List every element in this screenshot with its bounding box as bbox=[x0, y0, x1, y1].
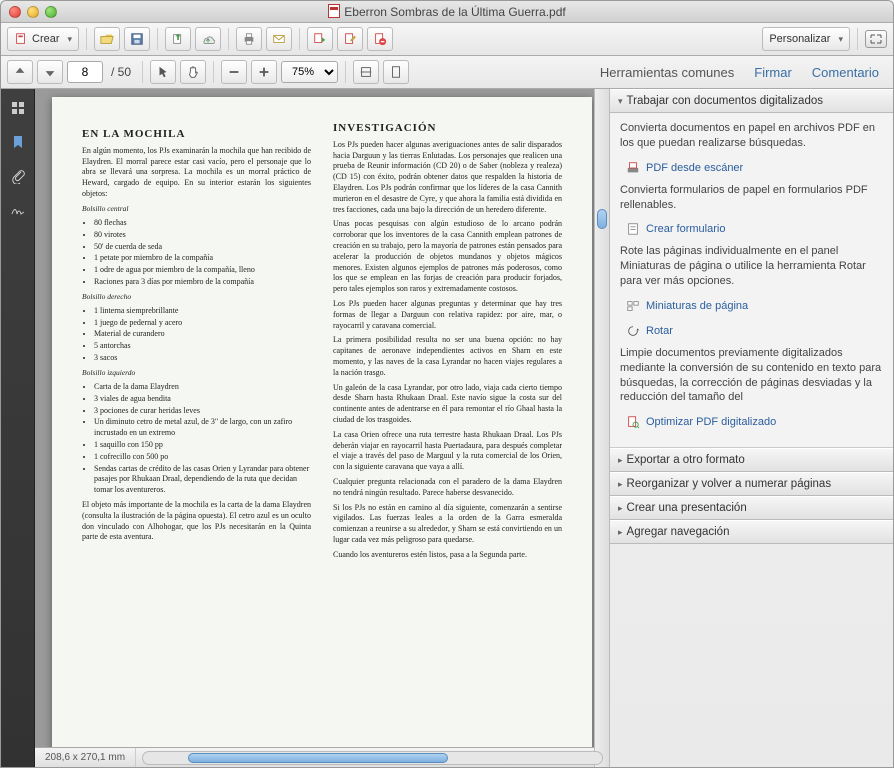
zoom-in-button[interactable] bbox=[251, 60, 277, 84]
zoom-out-button[interactable] bbox=[221, 60, 247, 84]
form-icon bbox=[626, 222, 640, 236]
open-button[interactable] bbox=[94, 27, 120, 51]
attachments-tab[interactable] bbox=[7, 165, 29, 187]
fit-page-button[interactable] bbox=[383, 60, 409, 84]
tools-panel: Trabajar con documentos digitalizados Co… bbox=[609, 89, 893, 767]
document-scroll[interactable]: EN LA MOCHILA En algún momento, los PJs … bbox=[35, 89, 609, 747]
hand-tool-button[interactable] bbox=[180, 60, 206, 84]
customize-button[interactable]: Personalizar bbox=[762, 27, 850, 51]
page-number-input[interactable] bbox=[67, 61, 103, 83]
optimize-icon bbox=[626, 415, 640, 429]
folder-open-icon bbox=[100, 32, 114, 46]
edit-pdf-button[interactable] bbox=[337, 27, 363, 51]
horizontal-scrollbar[interactable] bbox=[142, 751, 603, 765]
close-window[interactable] bbox=[9, 6, 21, 18]
list-derecho: 1 linterna siemprebrillante1 juego de pe… bbox=[94, 306, 311, 364]
cloud-up-icon bbox=[201, 32, 215, 46]
scrollbar-thumb[interactable] bbox=[597, 209, 607, 229]
cursor-icon bbox=[156, 65, 170, 79]
page-up-button[interactable] bbox=[7, 60, 33, 84]
fullscreen-icon bbox=[870, 34, 882, 44]
pdf-convert-icon bbox=[313, 32, 327, 46]
action-page-thumbnails[interactable]: Miniaturas de página bbox=[620, 296, 883, 321]
export-icon bbox=[171, 32, 185, 46]
section-presentation[interactable]: Crear una presentación bbox=[610, 496, 893, 520]
sign-link[interactable]: Firmar bbox=[746, 61, 800, 84]
signature-icon bbox=[10, 202, 26, 218]
page-down-button[interactable] bbox=[37, 60, 63, 84]
email-icon bbox=[272, 32, 286, 46]
section-navigation[interactable]: Agregar navegación bbox=[610, 520, 893, 544]
status-bar: 208,6 x 270,1 mm bbox=[35, 747, 609, 767]
save-button[interactable] bbox=[124, 27, 150, 51]
document-area: EN LA MOCHILA En algún momento, los PJs … bbox=[35, 89, 609, 767]
common-tools-link[interactable]: Herramientas comunes bbox=[592, 61, 742, 84]
hscroll-thumb[interactable] bbox=[188, 753, 448, 763]
bookmark-icon bbox=[10, 134, 26, 150]
list-izquierdo: Carta de la dama Elaydren3 viales de agu… bbox=[94, 382, 311, 496]
fit-page-icon bbox=[389, 65, 403, 79]
window-title: Eberron Sombras de la Última Guerra.pdf bbox=[1, 4, 893, 19]
edit-icon bbox=[343, 32, 357, 46]
select-tool-button[interactable] bbox=[150, 60, 176, 84]
zoom-window[interactable] bbox=[45, 6, 57, 18]
action-create-form[interactable]: Crear formulario bbox=[620, 219, 883, 244]
fit-width-button[interactable] bbox=[353, 60, 379, 84]
export-button[interactable] bbox=[165, 27, 191, 51]
heading-investigacion: INVESTIGACIÓN bbox=[333, 121, 562, 136]
section-reorganize[interactable]: Reorganizar y volver a numerar páginas bbox=[610, 472, 893, 496]
page-total: / 50 bbox=[111, 65, 131, 79]
titlebar: Eberron Sombras de la Última Guerra.pdf bbox=[1, 1, 893, 23]
list-central: 80 flechas80 virotes50' de cuerda de sed… bbox=[94, 218, 311, 288]
signatures-tab[interactable] bbox=[7, 199, 29, 221]
section-scanned-docs[interactable]: Trabajar con documentos digitalizados bbox=[610, 89, 893, 113]
rotate-icon bbox=[626, 324, 640, 338]
paperclip-icon bbox=[10, 168, 26, 184]
pdf-page: EN LA MOCHILA En algún momento, los PJs … bbox=[52, 97, 592, 747]
zoom-select[interactable]: 75% bbox=[281, 61, 338, 83]
share-button[interactable] bbox=[195, 27, 221, 51]
print-button[interactable] bbox=[236, 27, 262, 51]
heading-mochila: EN LA MOCHILA bbox=[82, 127, 311, 142]
main-toolbar: Crear Personalizar bbox=[1, 23, 893, 56]
section-scanned-body: Convierta documentos en papel en archivo… bbox=[610, 113, 893, 448]
fit-width-icon bbox=[359, 65, 373, 79]
arrow-down-icon bbox=[43, 65, 57, 79]
delete-pdf-button[interactable] bbox=[367, 27, 393, 51]
create-button[interactable]: Crear bbox=[7, 27, 79, 51]
minus-icon bbox=[227, 65, 241, 79]
thumbnails-tab[interactable] bbox=[7, 97, 29, 119]
section-export[interactable]: Exportar a otro formato bbox=[610, 448, 893, 472]
page-dimensions: 208,6 x 270,1 mm bbox=[35, 748, 136, 767]
delete-icon bbox=[373, 32, 387, 46]
email-button[interactable] bbox=[266, 27, 292, 51]
fullscreen-button[interactable] bbox=[865, 30, 887, 48]
plus-icon bbox=[257, 65, 271, 79]
print-icon bbox=[242, 32, 256, 46]
comment-link[interactable]: Comentario bbox=[804, 61, 887, 84]
convert-to-pdf-button[interactable] bbox=[307, 27, 333, 51]
nav-toolbar: / 50 75% Herramientas comunes Firmar Com… bbox=[1, 56, 893, 89]
save-icon bbox=[130, 32, 144, 46]
minimize-window[interactable] bbox=[27, 6, 39, 18]
thumbnails-small-icon bbox=[626, 299, 640, 313]
arrow-up-icon bbox=[13, 65, 27, 79]
hand-icon bbox=[186, 65, 200, 79]
action-pdf-from-scanner[interactable]: PDF desde escáner bbox=[620, 158, 883, 183]
pdf-file-icon bbox=[328, 4, 340, 18]
action-optimize-scanned[interactable]: Optimizar PDF digitalizado bbox=[620, 412, 883, 437]
bookmarks-tab[interactable] bbox=[7, 131, 29, 153]
action-rotate[interactable]: Rotar bbox=[620, 321, 883, 346]
thumbnails-icon bbox=[10, 100, 26, 116]
left-sidebar bbox=[1, 89, 35, 767]
scanner-icon bbox=[626, 161, 640, 175]
vertical-scrollbar[interactable] bbox=[594, 89, 609, 767]
create-icon bbox=[14, 32, 28, 46]
